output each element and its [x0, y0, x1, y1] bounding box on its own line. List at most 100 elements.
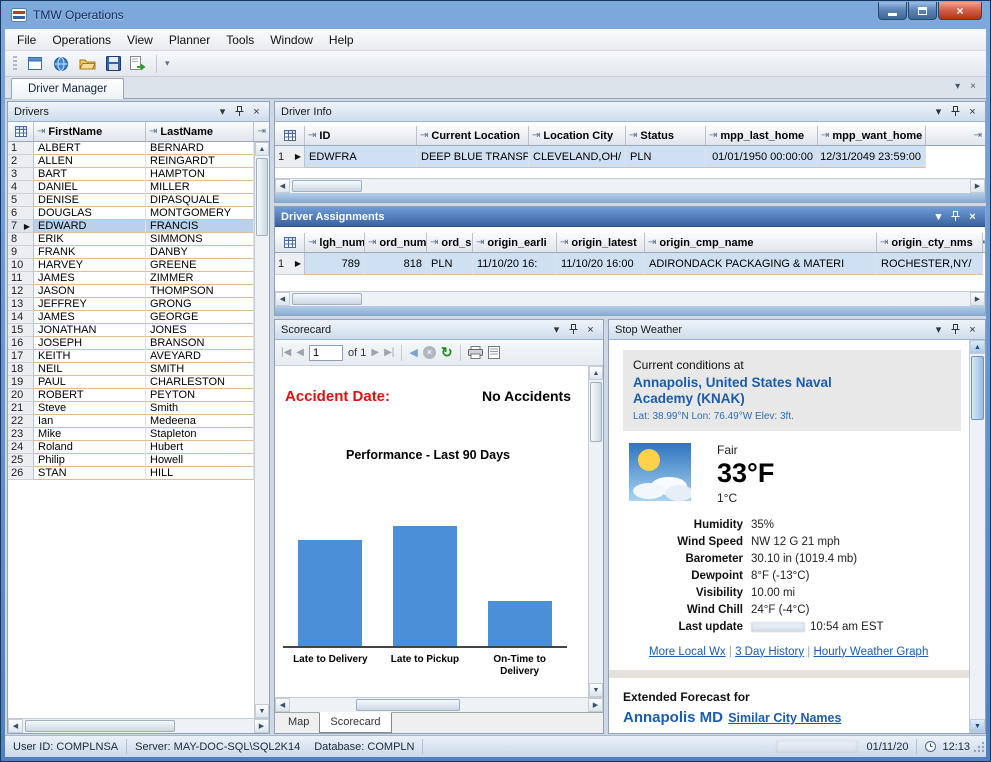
cell-firstname[interactable]: Philip [34, 454, 146, 467]
scroll-left-icon[interactable]: ◀ [275, 698, 290, 712]
scrollbar-track[interactable] [255, 156, 269, 704]
table-row[interactable]: 11JAMESZIMMER [8, 272, 254, 285]
pin-icon[interactable] [947, 211, 964, 222]
table-row[interactable]: 17KEITHAVEYARD [8, 350, 254, 363]
export-button[interactable] [127, 53, 151, 75]
cell-lastname[interactable]: HAMPTON [146, 168, 254, 181]
title-bar[interactable]: TMW Operations × [1, 1, 990, 29]
column-header-lgh-num[interactable]: ⇥lgh_num [305, 233, 365, 252]
driver-assignments-horizontal-scrollbar[interactable]: ◀ ▶ [275, 291, 985, 306]
menu-item-view[interactable]: View [119, 31, 161, 49]
cell-lastname[interactable]: GRONG [146, 298, 254, 311]
column-header-origin-cty-nms[interactable]: ⇥origin_cty_nms [877, 233, 983, 252]
cell-firstname[interactable]: FRANK [34, 246, 146, 259]
cell-lastname[interactable]: Medeena [146, 415, 254, 428]
scroll-left-icon[interactable]: ◀ [8, 719, 23, 733]
cell-firstname[interactable]: STAN [34, 467, 146, 480]
table-row[interactable]: 2ALLENREINGARDT [8, 155, 254, 168]
table-row[interactable]: 18NEILSMITH [8, 363, 254, 376]
refresh-report-button[interactable]: ↻ [441, 344, 453, 361]
grid-corner-icon[interactable] [275, 126, 305, 145]
chevron-down-icon[interactable]: ▾ [548, 323, 565, 336]
scrollbar-thumb[interactable] [256, 158, 268, 236]
column-header-id[interactable]: ⇥ID [305, 126, 417, 145]
table-row[interactable]: 8ERIKSIMMONS [8, 233, 254, 246]
scroll-left-icon[interactable]: ◀ [275, 292, 290, 306]
close-button[interactable]: × [938, 2, 982, 20]
toolbar-overflow-chevron-icon[interactable]: ▾ [162, 58, 173, 69]
cell-firstname[interactable]: DOUGLAS [34, 207, 146, 220]
chevron-down-icon[interactable]: ▾ [930, 323, 947, 336]
maximize-button[interactable] [908, 2, 937, 20]
scroll-down-icon[interactable]: ▼ [589, 683, 603, 697]
resize-grip[interactable] [973, 741, 985, 756]
cell-lastname[interactable]: BERNARD [146, 142, 254, 155]
cell-firstname[interactable]: BART [34, 168, 146, 181]
cell-firstname[interactable]: Ian [34, 415, 146, 428]
scroll-up-icon[interactable]: ▲ [970, 340, 985, 354]
scrollbar-track[interactable] [290, 179, 970, 193]
stop-weather-panel-header[interactable]: Stop Weather ▾ × [609, 320, 985, 340]
scrollbar-track[interactable] [23, 719, 254, 733]
cell-lastname[interactable]: REINGARDT [146, 155, 254, 168]
save-button[interactable] [101, 53, 125, 75]
column-header-ord-num[interactable]: ⇥ord_num [365, 233, 427, 252]
scroll-up-icon[interactable]: ▲ [589, 366, 603, 380]
report-tab-scorecard[interactable]: Scorecard [319, 712, 391, 733]
cell-id[interactable]: EDWFRA [305, 146, 417, 168]
menu-item-help[interactable]: Help [321, 31, 362, 49]
column-header-location-city[interactable]: ⇥Location City [529, 126, 626, 145]
table-row[interactable]: 15JONATHANJONES [8, 324, 254, 337]
column-header-current-location[interactable]: ⇥Current Location [417, 126, 529, 145]
stop-button[interactable]: ✕ [423, 346, 436, 359]
driver-assignments-panel-header[interactable]: Driver Assignments ▾ × [275, 207, 985, 227]
close-icon[interactable]: × [964, 211, 981, 223]
grid-corner-icon[interactable] [8, 122, 34, 141]
print-button[interactable] [468, 346, 483, 359]
driver-info-row[interactable]: 1▶ EDWFRADEEP BLUE TRANSPOCLEVELAND,OH/P… [275, 146, 985, 168]
drivers-horizontal-scrollbar[interactable]: ◀ ▶ [8, 718, 269, 733]
cell-location-city[interactable]: CLEVELAND,OH/ [529, 146, 626, 168]
cell-firstname[interactable]: NEIL [34, 363, 146, 376]
cell-firstname[interactable]: JAMES [34, 272, 146, 285]
table-row[interactable]: 26STANHILL [8, 467, 254, 480]
weather-link-hourly-weather-graph[interactable]: Hourly Weather Graph [814, 646, 929, 658]
tab-close-icon[interactable]: × [970, 81, 976, 92]
scroll-right-icon[interactable]: ▶ [970, 292, 985, 306]
cell-firstname[interactable]: EDWARD [34, 220, 146, 233]
table-row[interactable]: 21SteveSmith [8, 402, 254, 415]
pin-icon[interactable] [565, 324, 582, 335]
pin-icon[interactable] [231, 106, 248, 117]
close-icon[interactable]: × [248, 106, 265, 118]
menu-item-planner[interactable]: Planner [161, 31, 218, 49]
cell-firstname[interactable]: DANIEL [34, 181, 146, 194]
cell-origin-latest[interactable]: 11/10/20 16:00 [557, 253, 645, 275]
cell-lastname[interactable]: BRANSON [146, 337, 254, 350]
report-tab-map[interactable]: Map [278, 713, 319, 733]
cell-lastname[interactable]: CHARLESTON [146, 376, 254, 389]
scroll-right-icon[interactable]: ▶ [254, 719, 269, 733]
cell-origin-cmp-name[interactable]: ADIRONDACK PACKAGING & MATERI [645, 253, 877, 275]
cell-lastname[interactable]: ZIMMER [146, 272, 254, 285]
menu-item-window[interactable]: Window [262, 31, 321, 49]
weather-link-3-day-history[interactable]: 3 Day History [735, 646, 804, 658]
table-row[interactable]: 1ALBERTBERNARD [8, 142, 254, 155]
weather-vertical-scrollbar[interactable]: ▲ ▼ [969, 340, 985, 733]
column-header-origin-latest[interactable]: ⇥origin_latest [557, 233, 645, 252]
grid-corner-icon[interactable] [275, 233, 305, 252]
column-header-mpp-want-home[interactable]: ⇥mpp_want_home [818, 126, 926, 145]
page-number-input[interactable] [309, 345, 343, 361]
table-row[interactable]: 25PhilipHowell [8, 454, 254, 467]
cell-firstname[interactable]: Mike [34, 428, 146, 441]
scrollbar-thumb[interactable] [292, 293, 362, 305]
cell-lastname[interactable]: PEYTON [146, 389, 254, 402]
drivers-vertical-scrollbar[interactable]: ▲ ▼ [254, 142, 269, 718]
cell-firstname[interactable]: ALLEN [34, 155, 146, 168]
cell-lastname[interactable]: HILL [146, 467, 254, 480]
cell-lastname[interactable]: MONTGOMERY [146, 207, 254, 220]
scrollbar-thumb[interactable] [356, 699, 460, 711]
scrollbar-thumb[interactable] [25, 720, 175, 732]
table-row[interactable]: 14JAMESGEORGE [8, 311, 254, 324]
cell-ord-num[interactable]: 818 [365, 253, 427, 275]
column-header-origin-earli[interactable]: ⇥origin_earli [473, 233, 557, 252]
